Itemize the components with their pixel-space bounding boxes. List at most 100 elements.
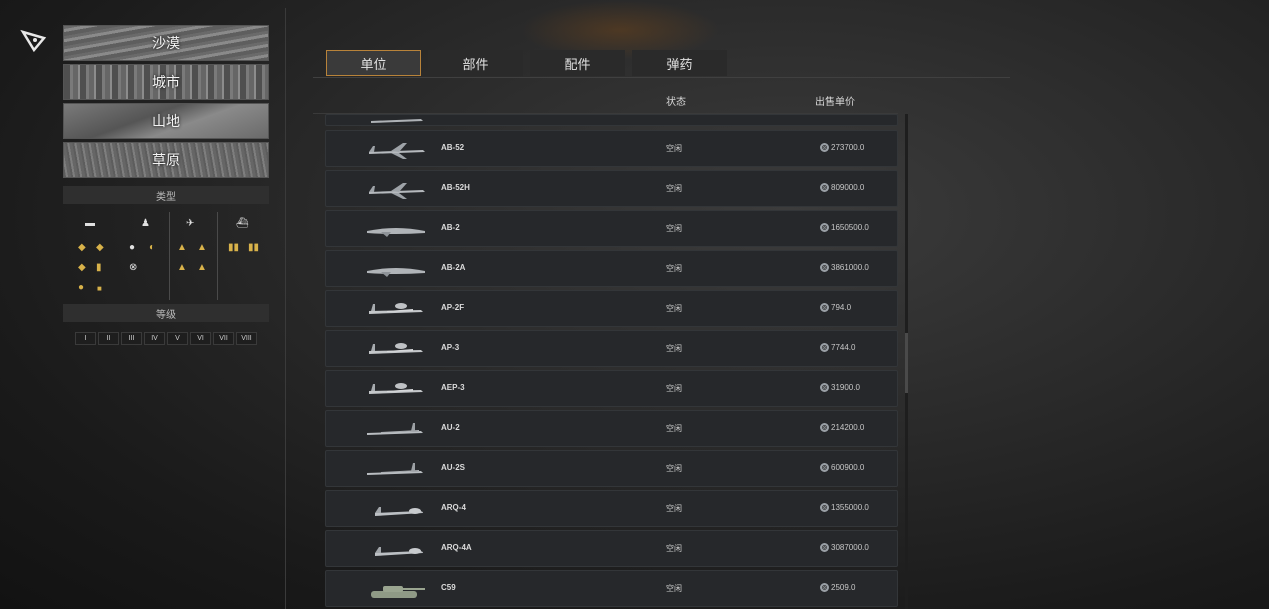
type-section-header: 类型 (63, 186, 269, 204)
unit-price: ◎ 809000.0 (820, 183, 864, 192)
unit-status: 空闲 (666, 264, 682, 273)
coin-icon: ◎ (820, 263, 829, 272)
level-button[interactable]: III (121, 332, 142, 345)
list-row[interactable]: AB-2 空闲 ◎ 1650500.0 (325, 210, 898, 247)
bar-rank-icon[interactable]: ▮▮ (248, 242, 259, 254)
list-row[interactable]: C59 空闲 ◎ 2509.0 (325, 570, 898, 607)
aircraft-thumbnail-icon (367, 228, 425, 237)
list-row[interactable]: AU-2S 空闲 ◎ 600900.0 (325, 450, 898, 487)
rank-diamond-icon[interactable]: ◆ (78, 242, 86, 254)
square-filter-icon[interactable]: ■ (97, 283, 102, 295)
unit-price-value: 2509.0 (831, 583, 856, 592)
level-filter-row: I II III IV V VI VII VIII (75, 332, 257, 345)
cross-circle-filter-icon[interactable]: ⊗ (129, 262, 137, 274)
unit-price: ◎ 7744.0 (820, 343, 855, 352)
unit-status: 空闲 (666, 584, 682, 593)
rank-diamond-icon[interactable]: ◆ (96, 242, 104, 254)
unit-price-value: 809000.0 (831, 183, 865, 192)
unit-status: 空闲 (666, 304, 682, 313)
tank-category-icon[interactable]: ▬ (85, 218, 95, 230)
list-row[interactable]: ARQ-4 空闲 ◎ 1355000.0 (325, 490, 898, 527)
coin-icon: ◎ (820, 223, 829, 232)
pen-nib-logo-icon[interactable] (20, 28, 48, 54)
unit-name: AB-52 (441, 143, 465, 152)
infantry-category-icon[interactable]: ♟ (141, 218, 150, 230)
level-button[interactable]: VI (190, 332, 211, 345)
list-row[interactable]: AB-2A 空闲 ◎ 3861000.0 (325, 250, 898, 287)
price-column-header[interactable]: 出售单价 (815, 93, 855, 108)
list-row-partial[interactable] (325, 114, 898, 126)
chevron-rank-icon[interactable]: ▲ (177, 262, 187, 274)
medal-filter-icon[interactable]: ● (78, 282, 84, 294)
chevron-rank-icon[interactable]: ▲ (177, 242, 187, 254)
coin-icon: ◎ (820, 423, 829, 432)
chevron-rank-icon[interactable]: ▲ (197, 242, 207, 254)
unit-name: AU-2S (441, 463, 466, 472)
ring-filter-icon[interactable]: ● (129, 242, 135, 254)
unit-price-value: 1355000.0 (831, 503, 869, 512)
aircraft-category-icon[interactable]: ✈ (186, 218, 194, 230)
unit-status: 空闲 (666, 224, 682, 233)
aircraft-thumbnail-icon (369, 383, 423, 394)
tab-parts[interactable]: 部件 (428, 50, 523, 76)
list-row[interactable]: AEP-3 空闲 ◎ 31900.0 (325, 370, 898, 407)
terrain-mountain-label: 山地 (152, 113, 180, 129)
coin-icon: ◎ (820, 463, 829, 472)
bar-rank-icon[interactable]: ▮▮ (228, 242, 239, 254)
terrain-desert-button[interactable]: 沙漠 (63, 25, 269, 61)
unit-name: AU-2 (441, 423, 460, 432)
unit-name: AB-2 (441, 223, 460, 232)
tab-accessories[interactable]: 配件 (530, 50, 625, 76)
terrain-city-button[interactable]: 城市 (63, 64, 269, 100)
aircraft-thumbnail-icon (375, 507, 423, 516)
type-section-label: 类型 (156, 191, 176, 203)
list-row[interactable]: AU-2 空闲 ◎ 214200.0 (325, 410, 898, 447)
tab-units[interactable]: 单位 (326, 50, 421, 76)
status-column-header[interactable]: 状态 (666, 93, 686, 108)
terrain-mountain-button[interactable]: 山地 (63, 103, 269, 139)
unit-list[interactable]: AB-52 空闲 ◎ 273700.0 AB-52H 空闲 ◎ 809000.0 AB-2 空闲 ◎… (325, 114, 898, 609)
ship-category-icon[interactable]: ⛴ (236, 218, 249, 230)
aircraft-thumbnail-icon (369, 343, 423, 354)
list-scrollbar-thumb[interactable] (905, 333, 908, 393)
aircraft-thumbnail-icon (367, 463, 423, 475)
unit-price: ◎ 1355000.0 (820, 503, 869, 512)
level-button[interactable]: VII (213, 332, 234, 345)
list-row[interactable]: AB-52H 空闲 ◎ 809000.0 (325, 170, 898, 207)
unit-price-value: 600900.0 (831, 463, 865, 472)
terrain-grassland-button[interactable]: 草原 (63, 142, 269, 178)
unit-price: ◎ 214200.0 (820, 423, 864, 432)
list-row[interactable]: AB-52 空闲 ◎ 273700.0 (325, 130, 898, 167)
level-button[interactable]: I (75, 332, 96, 345)
level-button[interactable]: IV (144, 332, 165, 345)
list-row[interactable]: AP-2F 空闲 ◎ 794.0 (325, 290, 898, 327)
unit-price: ◎ 794.0 (820, 303, 851, 312)
aircraft-thumbnail-icon (375, 547, 423, 556)
list-row[interactable]: ARQ-4A 空闲 ◎ 3087000.0 (325, 530, 898, 567)
capsule-filter-icon[interactable]: ▮ (96, 262, 102, 274)
rank-diamond-icon[interactable]: ◆ (78, 262, 86, 274)
aircraft-thumbnail-icon (369, 143, 425, 159)
category-tabs: 单位 部件 配件 弹药 (326, 50, 727, 76)
coin-icon: ◎ (820, 583, 829, 592)
terrain-city-label: 城市 (152, 74, 180, 90)
list-row[interactable]: AP-3 空闲 ◎ 7744.0 (325, 330, 898, 367)
level-button[interactable]: VIII (236, 332, 257, 345)
shield-filter-icon[interactable]: ◐ (149, 242, 155, 254)
chevron-rank-icon[interactable]: ▲ (197, 262, 207, 274)
level-button[interactable]: II (98, 332, 119, 345)
unit-price-value: 273700.0 (831, 143, 865, 152)
unit-price: ◎ 600900.0 (820, 463, 864, 472)
unit-status: 空闲 (666, 544, 682, 553)
type-column-divider (169, 212, 170, 300)
coin-icon: ◎ (820, 183, 829, 192)
type-filter-grid: ▬ ♟ ✈ ⛴ ◆ ◆ ● ◐ ▲ ▲ ▮▮ ▮▮ ◆ ▮ ⊗ ▲ ▲ ● ■ (63, 212, 269, 302)
unit-price-value: 7744.0 (831, 343, 856, 352)
unit-price: ◎ 2509.0 (820, 583, 855, 592)
level-button[interactable]: V (167, 332, 188, 345)
unit-status: 空闲 (666, 184, 682, 193)
tab-ammo[interactable]: 弹药 (632, 50, 727, 76)
unit-price-value: 214200.0 (831, 423, 865, 432)
terrain-grassland-label: 草原 (152, 152, 180, 168)
aircraft-thumbnail-icon (369, 303, 423, 314)
